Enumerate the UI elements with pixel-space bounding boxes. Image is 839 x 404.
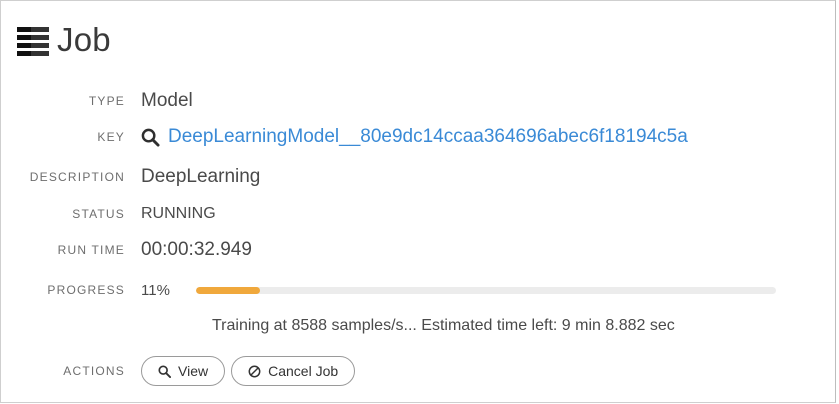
job-header: Job [15,21,111,59]
progress-row: PROGRESS 11% [1,278,776,302]
type-value: Model [141,90,193,111]
progress-percent: 11% [141,281,170,299]
progress-message: Training at 8588 samples/s... Estimated … [212,317,675,334]
key-link[interactable]: DeepLearningModel__80e9dc14ccaa364696abe… [168,126,688,148]
progress-label: PROGRESS [47,283,125,297]
description-row: DESCRIPTION DeepLearning [1,165,261,189]
cancel-job-button[interactable]: Cancel Job [231,356,356,386]
run-time-value: 00:00:32.949 [141,239,252,260]
key-row: KEY DeepLearningModel__80e9dc14ccaa36469… [1,125,688,149]
search-icon [158,364,171,378]
progress-wrap: 11% [141,282,776,299]
view-button-label: View [178,363,209,379]
progress-fill [196,286,260,294]
actions-label: ACTIONS [63,364,125,378]
run-time-label: RUN TIME [57,243,125,257]
description-value: DeepLearning [141,166,261,187]
list-icon [17,27,49,56]
type-row: TYPE Model [1,89,193,113]
status-row: STATUS RUNNING [1,202,216,226]
view-button[interactable]: View [141,356,226,386]
search-icon[interactable] [141,128,160,147]
description-label: DESCRIPTION [29,170,125,184]
key-label: KEY [97,130,125,144]
cancel-job-button-label: Cancel Job [268,363,339,379]
status-value: RUNNING [141,205,216,222]
type-label: TYPE [88,94,125,108]
job-panel: Job TYPE Model KEY DeepLearningModel__80… [0,0,836,403]
actions-row: ACTIONS View Cancel Job [1,356,356,386]
status-label: STATUS [72,207,125,221]
progress-bar [196,286,776,294]
ban-icon [248,365,261,377]
run-time-row: RUN TIME 00:00:32.949 [1,238,252,262]
page-title: Job [57,21,111,58]
